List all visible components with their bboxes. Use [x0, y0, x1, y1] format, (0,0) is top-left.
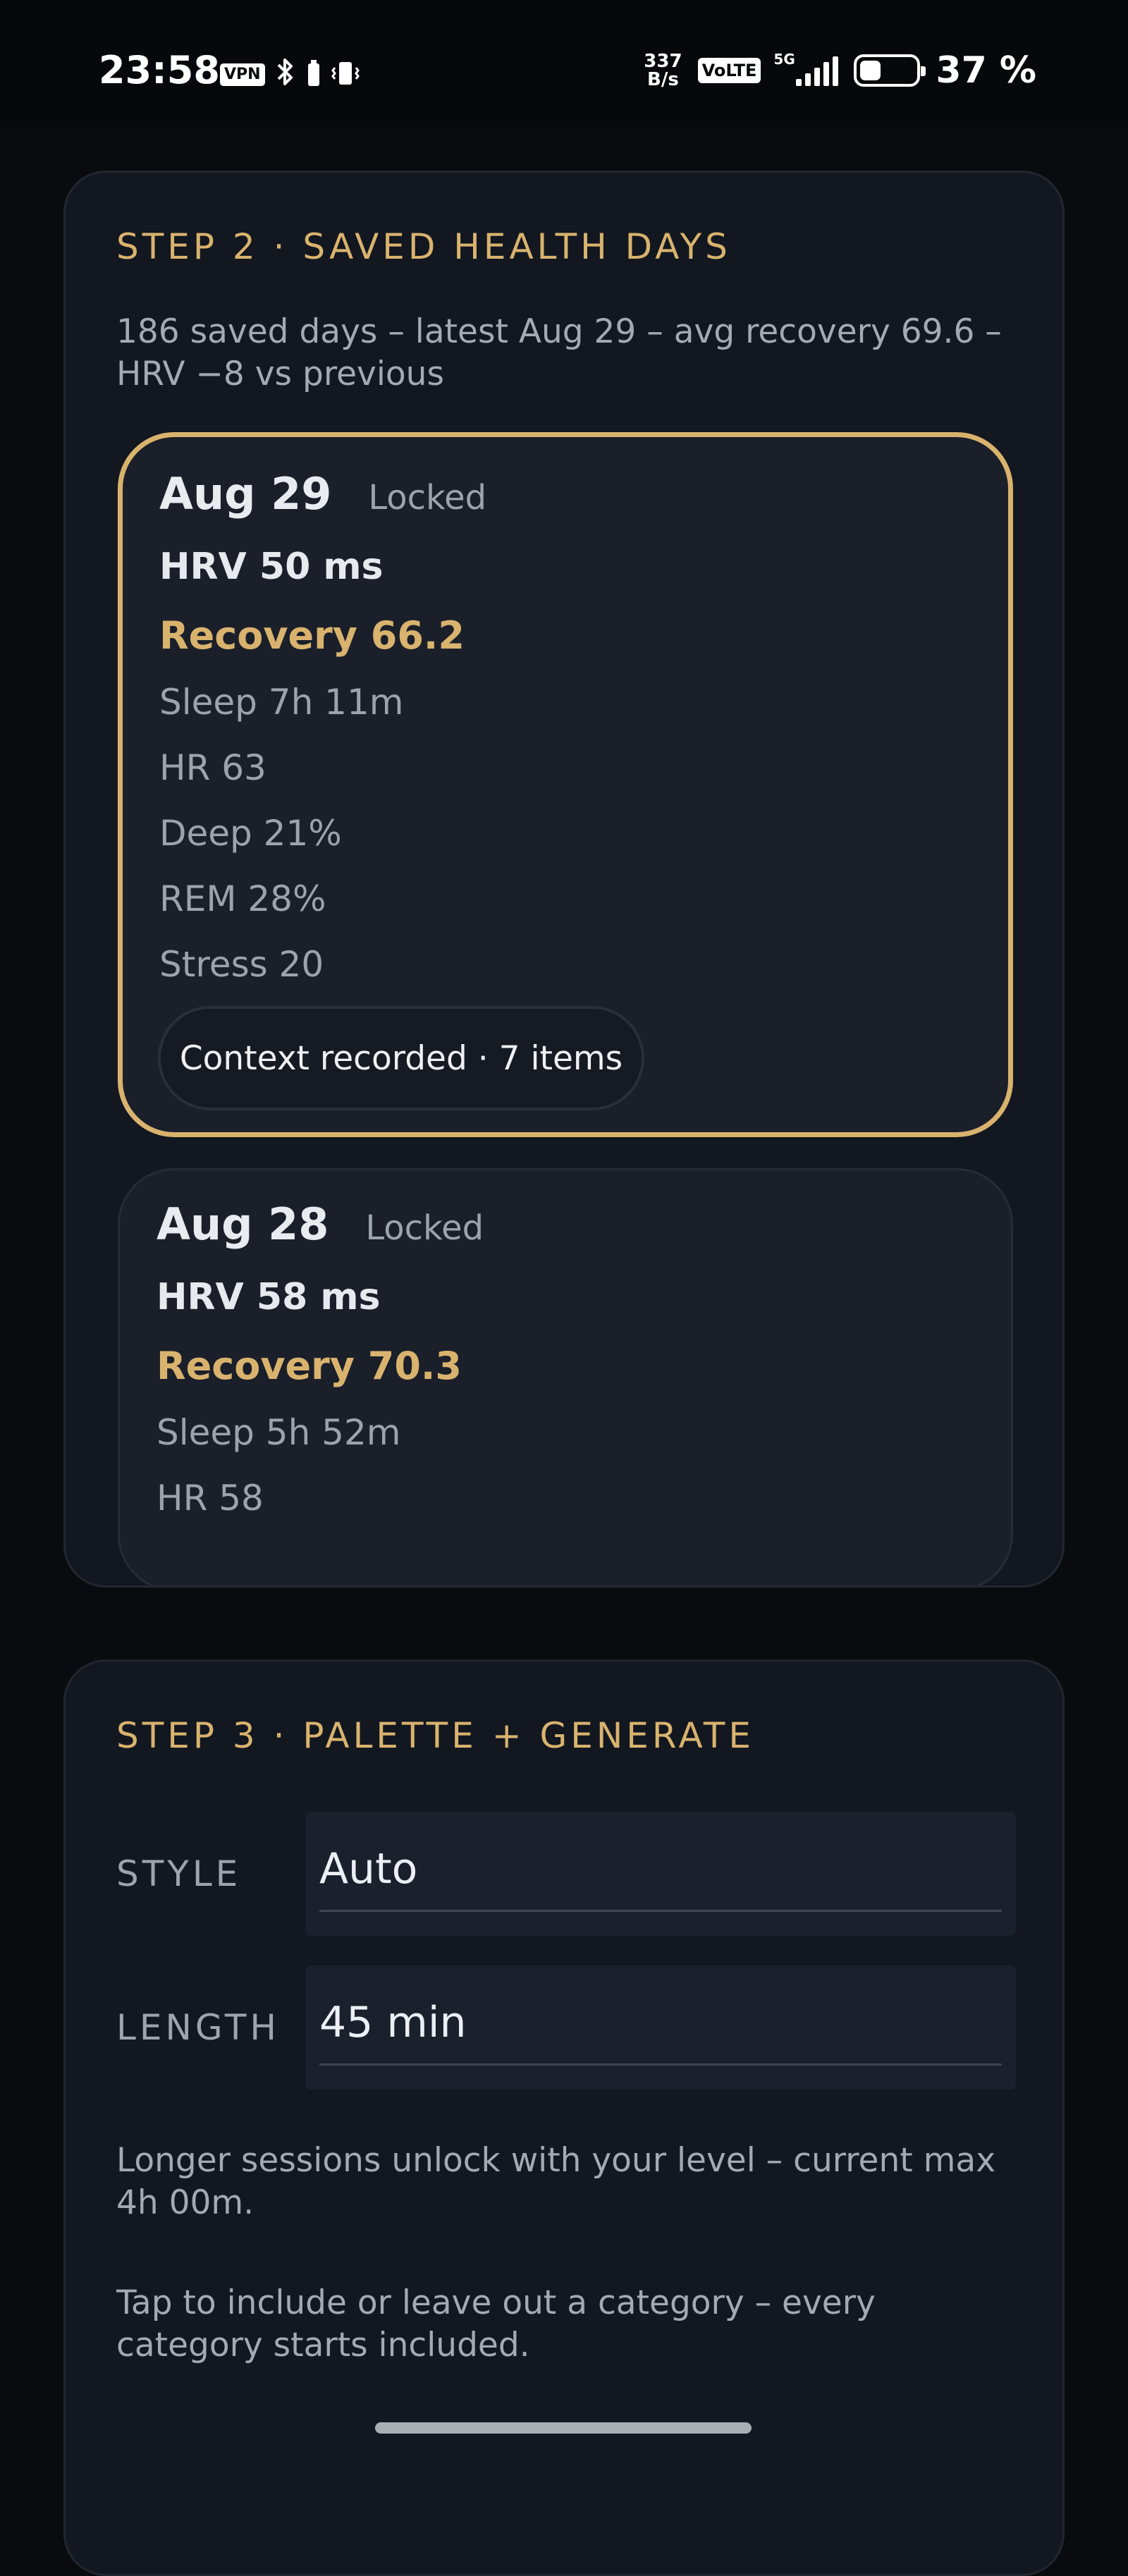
- field-underline: [319, 2063, 1002, 2066]
- day-card-aug-28[interactable]: Aug 28 Locked HRV 58 ms Recovery 70.3 Sl…: [118, 1168, 1013, 1586]
- category-help-text: Tap to include or leave out a category –…: [116, 2283, 876, 2365]
- hrv-value: HRV 58 ms: [157, 1276, 381, 1318]
- length-help-text: Longer sessions unlock with your level –…: [116, 2141, 996, 2222]
- status-bar: 23:58 VPN 337 B/s VoLTE 5G 37 %: [0, 0, 1128, 127]
- day-date: Aug 28: [157, 1198, 329, 1250]
- style-select[interactable]: Auto: [305, 1812, 1016, 1936]
- sleep-value: Sleep 7h 11m: [159, 682, 404, 723]
- rem-sleep-value: REM 28%: [159, 878, 326, 919]
- network-type: 5G: [773, 51, 795, 68]
- style-label: STYLE: [116, 1853, 242, 1894]
- saved-health-days-card: STEP 2 · SAVED HEALTH DAYS 186 saved day…: [63, 171, 1065, 1588]
- heart-rate-value: HR 58: [157, 1478, 264, 1519]
- status-time: 23:58: [99, 48, 220, 92]
- signal-icon: 5G: [773, 51, 839, 86]
- palette-generate-card: STEP 3 · PALETTE + GENERATE STYLE Auto L…: [63, 1660, 1065, 2576]
- lock-status: Locked: [368, 478, 487, 517]
- day-header: Aug 28 Locked: [157, 1198, 484, 1250]
- step3-title: STEP 3 · PALETTE + GENERATE: [116, 1715, 754, 1756]
- day-date: Aug 29: [159, 468, 332, 520]
- status-left-icons: VPN: [220, 56, 360, 92]
- vibrate-icon: [331, 58, 360, 92]
- volte-icon: VoLTE: [697, 58, 761, 83]
- home-indicator[interactable]: [375, 2422, 752, 2434]
- status-right-icons: 337 B/s VoLTE 5G 37 %: [644, 49, 1036, 92]
- sleep-value: Sleep 5h 52m: [157, 1412, 401, 1453]
- step2-title: STEP 2 · SAVED HEALTH DAYS: [116, 226, 731, 267]
- saved-days-summary: 186 saved days – latest Aug 29 – avg rec…: [116, 312, 1002, 393]
- length-label: LENGTH: [116, 2007, 280, 2048]
- heart-rate-value: HR 63: [159, 747, 266, 788]
- lock-status: Locked: [365, 1208, 484, 1248]
- field-underline: [319, 1910, 1002, 1912]
- recovery-value: Recovery 66.2: [159, 613, 465, 658]
- length-row: LENGTH 45 min: [66, 1965, 1062, 2090]
- context-recorded-chip[interactable]: Context recorded · 7 items: [158, 1006, 644, 1110]
- battery-icon: [854, 54, 926, 87]
- length-select[interactable]: 45 min: [305, 1965, 1016, 2090]
- vpn-icon: VPN: [220, 63, 265, 86]
- day-header: Aug 29 Locked: [159, 468, 486, 520]
- network-speed: 337 B/s: [644, 51, 682, 90]
- length-value: 45 min: [319, 1998, 467, 2047]
- stress-value: Stress 20: [159, 944, 324, 985]
- recovery-value: Recovery 70.3: [157, 1344, 462, 1388]
- battery-percent: 37 %: [936, 49, 1036, 92]
- day-card-aug-29[interactable]: Aug 29 Locked HRV 50 ms Recovery 66.2 Sl…: [118, 432, 1013, 1137]
- style-row: STYLE Auto: [66, 1812, 1062, 1936]
- hrv-value: HRV 50 ms: [159, 546, 384, 588]
- style-value: Auto: [319, 1844, 418, 1894]
- headset-battery-icon: [306, 58, 321, 92]
- bluetooth-icon: [275, 56, 296, 92]
- deep-sleep-value: Deep 21%: [159, 813, 342, 854]
